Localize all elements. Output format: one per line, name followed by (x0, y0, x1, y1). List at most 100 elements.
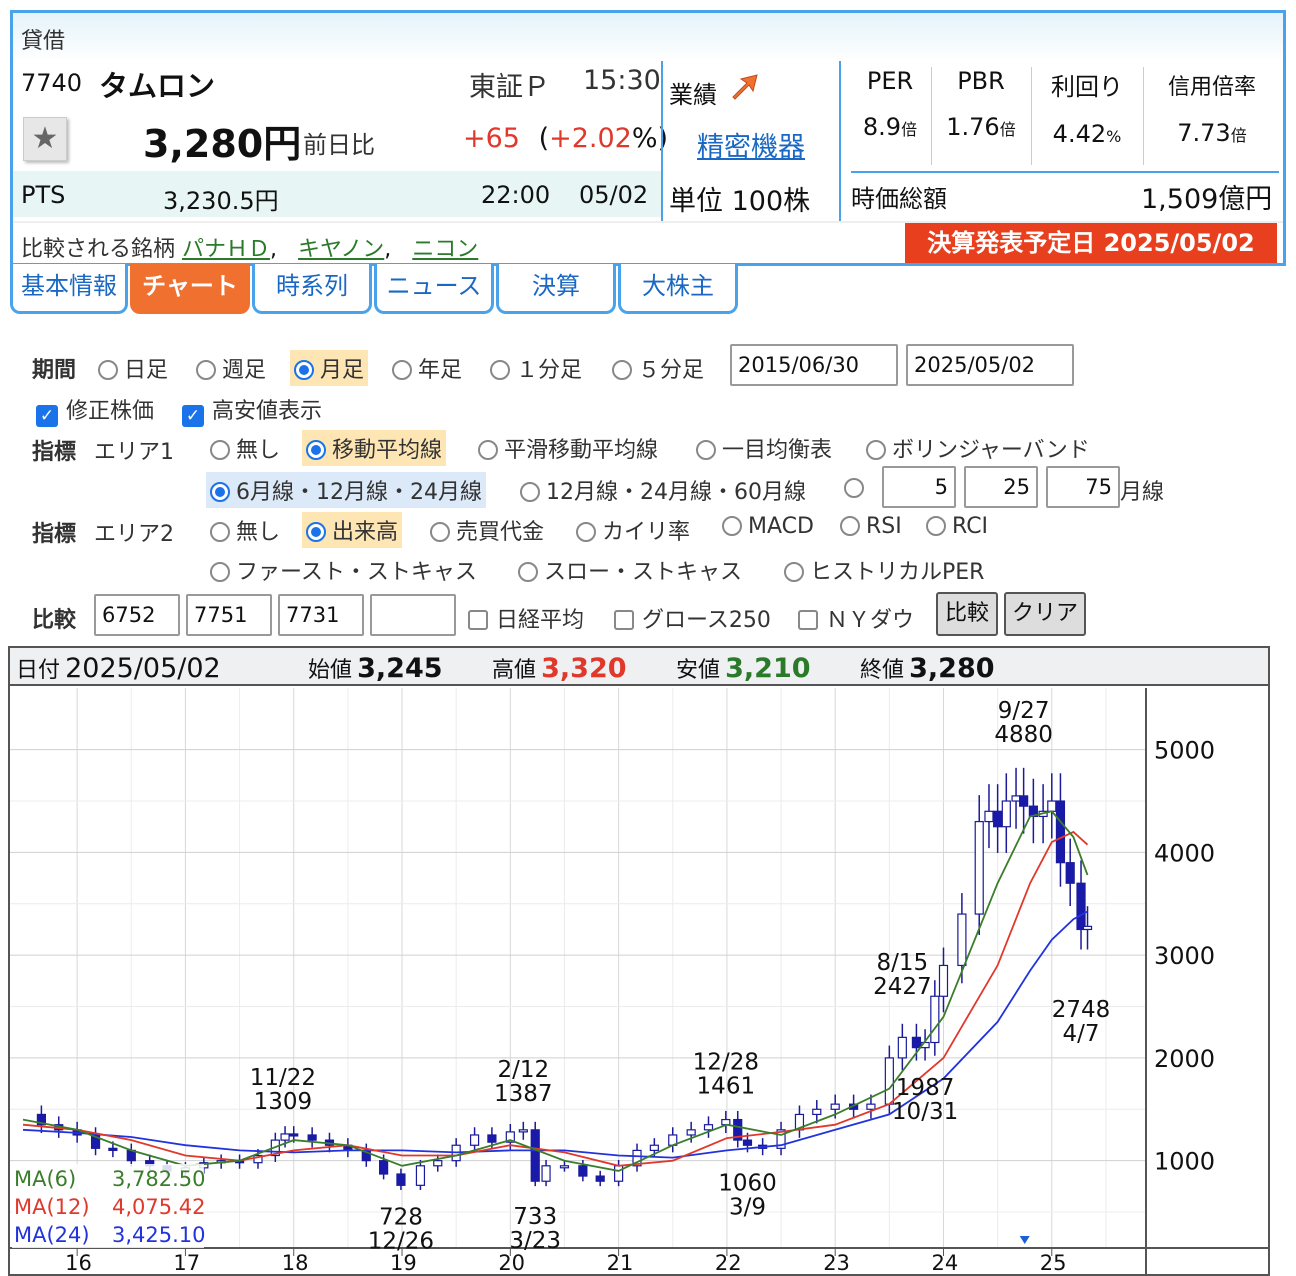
period-daily[interactable]: 日足 (98, 352, 168, 384)
change-percent: +2.02 (549, 123, 632, 154)
radio-icon[interactable] (576, 522, 596, 542)
radio-icon[interactable] (520, 482, 540, 502)
metric-value: 7.73 (1177, 119, 1231, 147)
compare-code-2-input[interactable]: 7751 (186, 594, 272, 636)
compare-link[interactable]: パナＨＤ (182, 237, 270, 262)
radio-selected-icon[interactable] (294, 360, 314, 380)
adjusted-price-checkbox[interactable]: ✓ 修正株価 (36, 393, 154, 427)
option-label: 平滑移動平均線 (504, 438, 659, 463)
compare-button[interactable]: 比較 (936, 592, 998, 636)
price-chart[interactable]: 1000200030004000500016 17 18 19 20 21 22 23 24 25… (10, 688, 1268, 1274)
area1-none[interactable]: 無し (210, 432, 280, 464)
radio-icon[interactable] (210, 440, 230, 460)
ohlc-high: 高値 3,320 (492, 652, 627, 684)
pts-date: 05/02 (579, 181, 649, 209)
area2-volume[interactable]: 出来高 (302, 512, 403, 548)
area2-slow-stochastic[interactable]: スロー・ストキャス (518, 554, 742, 586)
area2-historical-per[interactable]: ヒストリカルPER (784, 554, 984, 586)
area2-rsi[interactable]: RSI (840, 514, 902, 539)
area2-deviation[interactable]: カイリ率 (576, 514, 690, 546)
check-icon[interactable]: ✓ (36, 405, 58, 427)
radio-icon[interactable] (210, 562, 230, 582)
market-cap-value: 1,509億円 (1141, 184, 1273, 215)
ma-custom[interactable] (844, 476, 870, 501)
radio-icon[interactable] (926, 516, 946, 536)
period-monthly[interactable]: 月足 (290, 350, 369, 386)
radio-icon[interactable] (210, 522, 230, 542)
candle-up (1082, 925, 1093, 931)
ohlc-date-label: 日付 (16, 658, 61, 683)
annotation-date: 8/15 (877, 950, 929, 976)
checkbox-icon[interactable] (468, 610, 488, 630)
radio-icon[interactable] (840, 516, 860, 536)
favorite-star-icon[interactable]: ★ (23, 117, 67, 161)
compare-code-4-input[interactable] (370, 594, 456, 636)
nikkei-checkbox[interactable]: 日経平均 (468, 602, 584, 634)
tab-shareholders[interactable]: 大株主 (618, 264, 738, 314)
area2-fast-stochastic[interactable]: ファースト・ストキャス (210, 554, 477, 586)
tab-timeseries[interactable]: 時系列 (252, 264, 372, 314)
area1-bollinger[interactable]: ボリンジャーバンド (866, 432, 1090, 464)
option-label: 移動平均線 (332, 438, 443, 463)
tab-basic-info[interactable]: 基本情報 (10, 264, 128, 314)
area2-none[interactable]: 無し (210, 514, 280, 546)
ohlc-open: 始値 3,245 (308, 652, 443, 684)
area1-moving-average[interactable]: 移動平均線 (302, 430, 447, 466)
area2-macd[interactable]: MACD (722, 514, 814, 539)
high-low-checkbox[interactable]: ✓ 高安値表示 (182, 393, 322, 427)
compare-link[interactable]: キヤノン (298, 237, 384, 262)
period-yearly[interactable]: 年足 (392, 352, 462, 384)
radio-icon[interactable] (696, 440, 716, 460)
area2-turnover[interactable]: 売買代金 (430, 514, 544, 546)
radio-icon[interactable] (612, 360, 632, 380)
tab-news[interactable]: ニュース (374, 264, 494, 314)
radio-icon[interactable] (722, 516, 742, 536)
period-to-input[interactable]: 2025/05/02 (906, 344, 1074, 386)
annotation-value: 1387 (494, 1081, 553, 1107)
current-price: 3,280円 (143, 122, 302, 166)
candle-down (1055, 800, 1066, 864)
ohlc-low: 安値 3,210 (676, 652, 811, 684)
nydow-checkbox[interactable]: ＮＹダウ (798, 602, 914, 634)
annotation-value: 733 (513, 1204, 557, 1230)
tab-financials[interactable]: 決算 (496, 264, 616, 314)
radio-icon[interactable] (866, 440, 886, 460)
check-icon[interactable]: ✓ (182, 405, 204, 427)
checkbox-icon[interactable] (614, 610, 634, 630)
ma-12-24-60[interactable]: 12月線・24月線・60月線 (520, 474, 806, 506)
metric-unit: % (1106, 127, 1122, 146)
area1-ema[interactable]: 平滑移動平均線 (478, 432, 658, 464)
trading-unit: 単位 100株 (669, 186, 811, 217)
radio-icon[interactable] (844, 478, 864, 498)
radio-icon[interactable] (196, 360, 216, 380)
checkbox-icon[interactable] (798, 610, 818, 630)
growth250-checkbox[interactable]: グロース250 (614, 602, 771, 634)
radio-icon[interactable] (98, 360, 118, 380)
sector-link[interactable]: 精密機器 (697, 125, 805, 164)
compare-code-3-input[interactable]: 7731 (278, 594, 364, 636)
tab-chart[interactable]: チャート (130, 264, 250, 314)
ma-custom-2-input[interactable]: 25 (964, 466, 1038, 508)
radio-icon[interactable] (430, 522, 450, 542)
compare-code-1-input[interactable]: 6752 (94, 594, 180, 636)
period-weekly[interactable]: 週足 (196, 352, 266, 384)
radio-icon[interactable] (490, 360, 510, 380)
radio-icon[interactable] (478, 440, 498, 460)
area2-rci[interactable]: RCI (926, 514, 988, 539)
period-1min[interactable]: １分足 (490, 352, 582, 384)
radio-selected-icon[interactable] (306, 440, 326, 460)
radio-icon[interactable] (392, 360, 412, 380)
compare-link[interactable]: ニコン (412, 237, 478, 262)
ma-custom-3-input[interactable]: 75 (1046, 466, 1120, 508)
clear-button[interactable]: クリア (1004, 592, 1086, 636)
area1-label: 指標 (32, 440, 77, 465)
radio-selected-icon[interactable] (210, 482, 230, 502)
radio-selected-icon[interactable] (306, 522, 326, 542)
period-from-input[interactable]: 2015/06/30 (730, 344, 898, 386)
area1-ichimoku[interactable]: 一目均衡表 (696, 432, 832, 464)
period-5min[interactable]: ５分足 (612, 352, 704, 384)
ma-6-12-24[interactable]: 6月線・12月線・24月線 (206, 472, 486, 508)
ma-custom-1-input[interactable]: 5 (882, 466, 956, 508)
radio-icon[interactable] (784, 562, 804, 582)
radio-icon[interactable] (518, 562, 538, 582)
